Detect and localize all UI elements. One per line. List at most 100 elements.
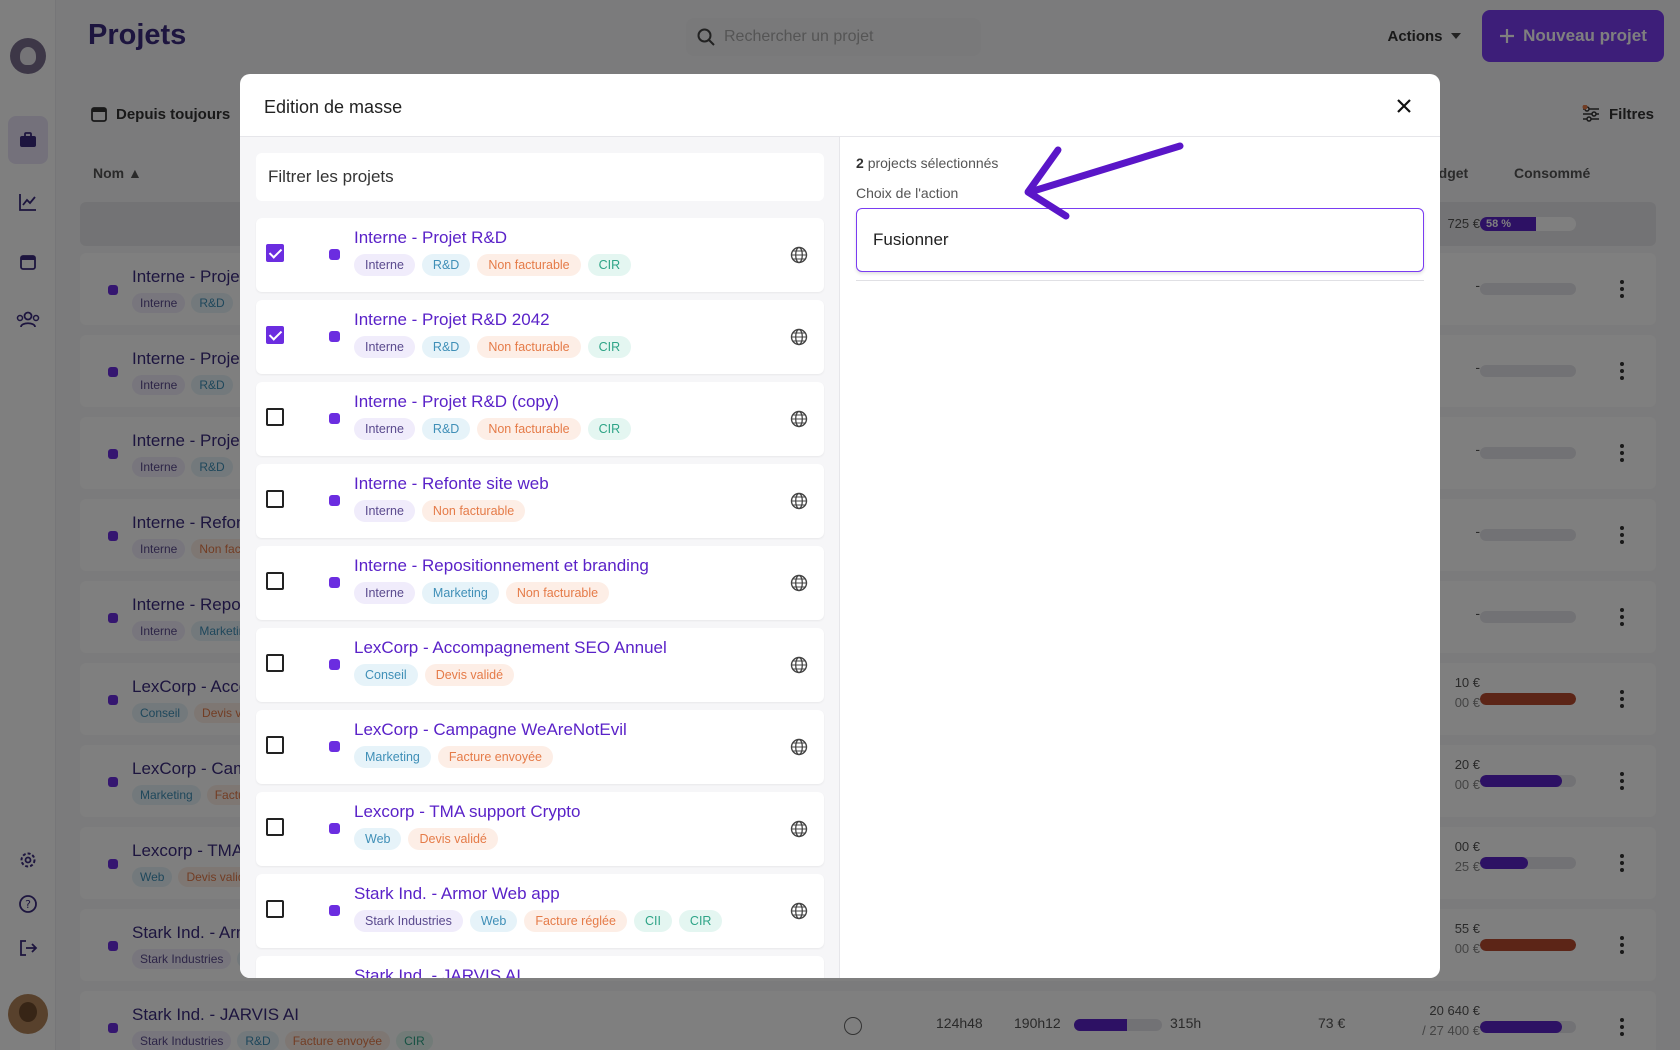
project-color-dot	[329, 413, 340, 424]
selected-count: 2	[856, 155, 864, 171]
project-color-dot	[329, 577, 340, 588]
tag: Interne	[354, 582, 415, 604]
project-checkbox[interactable]	[266, 490, 284, 508]
globe-icon	[790, 410, 808, 428]
project-list-item[interactable]: Stark Ind. - Armor Web app Stark Industr…	[256, 874, 824, 948]
project-color-dot	[329, 249, 340, 260]
globe-icon	[790, 902, 808, 920]
project-name[interactable]: Interne - Repositionnement et branding	[354, 556, 649, 576]
tag: CIR	[678, 910, 723, 932]
close-icon	[1397, 99, 1411, 113]
project-checkbox[interactable]	[266, 736, 284, 754]
tag: Devis validé	[408, 828, 498, 850]
project-checkbox[interactable]	[266, 572, 284, 590]
project-checkbox[interactable]	[266, 654, 284, 672]
globe-icon	[790, 246, 808, 264]
project-list-item[interactable]: Interne - Repositionnement et branding I…	[256, 546, 824, 620]
project-name[interactable]: Interne - Refonte site web	[354, 474, 549, 494]
project-color-dot	[329, 823, 340, 834]
globe-icon	[790, 656, 808, 674]
tag: Non facturable	[477, 418, 581, 440]
tag: Interne	[354, 500, 415, 522]
project-list-item[interactable]: Interne - Projet R&D Interne R&D Non factu…	[256, 218, 824, 292]
project-list-item[interactable]: Lexcorp - TMA support Crypto Web Devis va…	[256, 792, 824, 866]
annotation-arrow	[1024, 142, 1184, 220]
modal-body: Filtrer les projets Interne - Projet R&D…	[240, 137, 1440, 978]
project-checkbox[interactable]	[266, 408, 284, 426]
tag: Non facturable	[505, 582, 610, 604]
selected-count-text: 2 projects sélectionnés	[856, 155, 998, 171]
tag: Marketing	[354, 746, 431, 768]
project-name[interactable]: Interne - Projet R&D 2042	[354, 310, 550, 330]
tag: Interne	[354, 336, 415, 358]
globe-icon	[790, 328, 808, 346]
project-tags: Interne R&D Non facturable CIR	[354, 418, 632, 440]
tag: R&D	[421, 418, 471, 440]
globe-icon	[790, 492, 808, 510]
tag: Conseil	[354, 664, 418, 686]
project-name[interactable]: Interne - Projet R&D (copy)	[354, 392, 559, 412]
globe-icon	[790, 820, 808, 838]
tag: Interne	[354, 418, 415, 440]
project-color-dot	[329, 495, 340, 506]
project-color-dot	[329, 331, 340, 342]
project-tags: Web Devis validé	[354, 828, 498, 850]
project-tags: Marketing Facture envoyée	[354, 746, 553, 768]
tag: Interne	[354, 254, 415, 276]
tag: Devis validé	[424, 664, 515, 686]
project-list-item[interactable]: Interne - Refonte site web Interne Non fa…	[256, 464, 824, 538]
modal-header: Edition de masse	[240, 74, 1440, 137]
tag: Web	[469, 910, 518, 932]
project-list-item[interactable]: Stark Ind. - JARVIS AI	[256, 956, 824, 978]
tag: Non facturable	[421, 500, 526, 522]
action-select-value: Fusionner	[873, 230, 949, 249]
project-selection-pane: Filtrer les projets Interne - Projet R&D…	[240, 137, 840, 978]
project-name[interactable]: LexCorp - Campagne WeAreNotEvil	[354, 720, 627, 740]
project-tags: Stark Industries Web Facture réglée CII CIR	[354, 910, 723, 932]
tag: CIR	[587, 254, 632, 276]
tag: Non facturable	[477, 336, 581, 358]
project-checkbox[interactable]	[266, 900, 284, 918]
project-list-item[interactable]: Interne - Projet R&D (copy) Interne R&D No…	[256, 382, 824, 456]
project-color-dot	[329, 659, 340, 670]
project-checkbox[interactable]	[266, 326, 284, 344]
bulk-edit-modal: Edition de masse Filtrer les projets Int…	[240, 74, 1440, 978]
globe-icon	[790, 574, 808, 592]
tag: Facture envoyée	[437, 746, 553, 768]
tag: Facture réglée	[524, 910, 627, 932]
project-tags: Interne R&D Non facturable CIR	[354, 254, 632, 276]
project-color-dot	[329, 905, 340, 916]
divider	[856, 280, 1424, 281]
project-name[interactable]: Lexcorp - TMA support Crypto	[354, 802, 580, 822]
selected-suffix: projects sélectionnés	[867, 155, 999, 171]
project-tags: Interne Non facturable	[354, 500, 526, 522]
tag: Non facturable	[477, 254, 581, 276]
project-color-dot	[329, 741, 340, 752]
tag: R&D	[421, 254, 471, 276]
modal-title: Edition de masse	[264, 97, 403, 117]
close-button[interactable]	[1392, 94, 1416, 118]
tag: CIR	[587, 418, 632, 440]
tag: Stark Industries	[354, 910, 463, 932]
project-list-item[interactable]: Interne - Projet R&D 2042 Interne R&D Non …	[256, 300, 824, 374]
project-name[interactable]: Interne - Projet R&D	[354, 228, 507, 248]
tag: CII	[633, 910, 672, 932]
project-tags: Interne R&D Non facturable CIR	[354, 336, 632, 358]
project-list-item[interactable]: LexCorp - Campagne WeAreNotEvil Marketin…	[256, 710, 824, 784]
globe-icon	[790, 738, 808, 756]
action-label: Choix de l'action	[856, 185, 959, 201]
project-checkbox[interactable]	[266, 244, 284, 262]
tag: Web	[354, 828, 402, 850]
action-pane: 2 projects sélectionnés Choix de l'actio…	[840, 137, 1440, 978]
filter-projects-input[interactable]: Filtrer les projets	[256, 153, 824, 201]
tag: CIR	[587, 336, 632, 358]
project-tags: Conseil Devis validé	[354, 664, 515, 686]
project-tags: Interne Marketing Non facturable	[354, 582, 610, 604]
project-name[interactable]: Stark Ind. - JARVIS AI	[354, 966, 521, 978]
project-name[interactable]: LexCorp - Accompagnement SEO Annuel	[354, 638, 667, 658]
project-list-item[interactable]: LexCorp - Accompagnement SEO Annuel Cons…	[256, 628, 824, 702]
tag: Marketing	[421, 582, 499, 604]
tag: R&D	[421, 336, 471, 358]
project-name[interactable]: Stark Ind. - Armor Web app	[354, 884, 560, 904]
project-checkbox[interactable]	[266, 818, 284, 836]
